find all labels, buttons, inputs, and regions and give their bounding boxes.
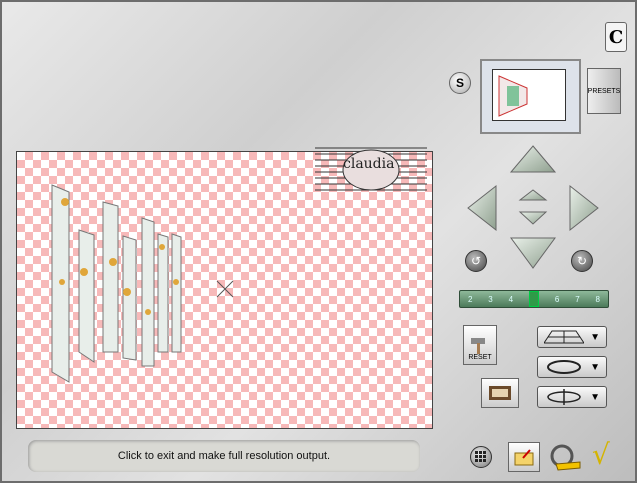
grid-perspective-icon: [544, 330, 584, 344]
arrow-down-icon[interactable]: [510, 237, 556, 269]
watermark-stamp: claudia: [315, 142, 427, 194]
status-text: Click to exit and make full resolution o…: [117, 450, 331, 462]
zoom-mark: 2: [467, 294, 473, 304]
chevron-down-icon: ▼: [590, 391, 600, 403]
grid-toggle-button[interactable]: [470, 446, 492, 468]
film-image-icon: [489, 386, 511, 400]
zoom-mark: 4: [508, 294, 514, 304]
move-down-small-icon[interactable]: [518, 211, 548, 225]
presets-button[interactable]: PRESETS: [587, 68, 621, 114]
chevron-down-icon: ▼: [590, 331, 600, 343]
filter-window: claudia C S PRESETS ↺ ↻ 2 3 4 6 7 8 RESE…: [0, 0, 637, 483]
axis-rotation-dropdown[interactable]: ▼: [537, 386, 607, 408]
arrow-up-icon[interactable]: [509, 145, 557, 173]
zoom-mark: 6: [554, 294, 560, 304]
grid-icon: [475, 451, 486, 462]
cancel-hand-button[interactable]: [550, 442, 590, 472]
rotate-left-dial[interactable]: ↺: [465, 250, 487, 272]
arrow-left-icon[interactable]: [467, 184, 497, 232]
preset-thumbnail[interactable]: [480, 59, 581, 134]
export-folder-button[interactable]: [508, 442, 540, 472]
reset-button[interactable]: RESET: [463, 325, 497, 365]
watermark-text: claudia: [343, 156, 395, 172]
zoom-mark: 3: [488, 294, 493, 304]
arrow-right-icon[interactable]: [569, 184, 599, 232]
move-up-small-icon[interactable]: [518, 189, 548, 201]
zoom-slider[interactable]: 2 3 4 6 7 8: [459, 290, 609, 308]
preset-thumbnail-image: [492, 69, 566, 121]
rotation-mode-dropdown[interactable]: ▼: [537, 356, 607, 378]
center-crosshair: [216, 280, 234, 298]
chevron-down-icon: ▼: [590, 361, 600, 373]
hammer-icon: [471, 338, 485, 354]
perspective-mode-dropdown[interactable]: ▼: [537, 326, 607, 348]
rotate-right-dial[interactable]: ↻: [571, 250, 593, 272]
ok-check-button[interactable]: √: [592, 440, 618, 470]
zoom-mark: 7: [575, 294, 580, 304]
zoom-handle[interactable]: [528, 291, 539, 307]
status-bar[interactable]: Click to exit and make full resolution o…: [28, 440, 420, 472]
image-preview-button[interactable]: [481, 378, 519, 408]
reset-label: RESET: [468, 354, 492, 361]
axis-rotate-icon: [547, 389, 581, 405]
folder-arrow-icon: [514, 449, 534, 466]
logo-button[interactable]: C: [605, 22, 627, 52]
ellipse-rotate-icon: [547, 360, 581, 374]
zoom-mark: 8: [595, 294, 600, 304]
pointing-hand-icon: [550, 444, 581, 471]
save-s-button[interactable]: S: [449, 72, 471, 94]
